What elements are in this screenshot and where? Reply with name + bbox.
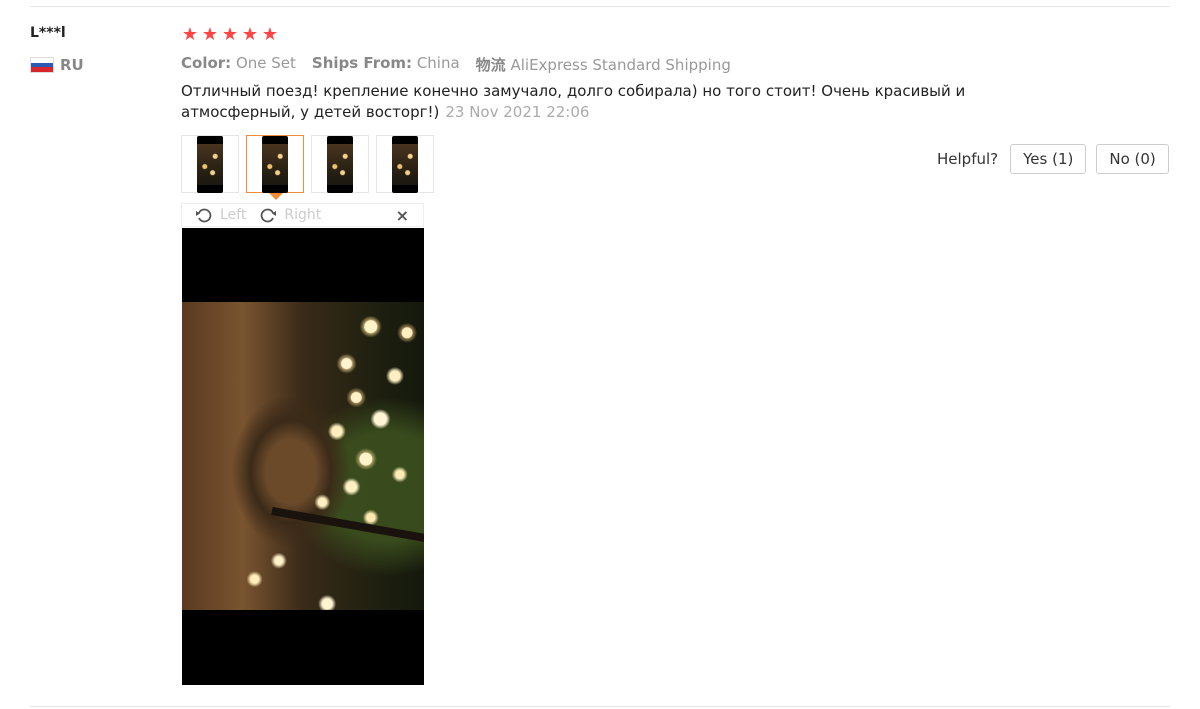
rotate-right-button[interactable]: Right	[258, 206, 321, 224]
country-code: RU	[60, 56, 84, 74]
reviewer-country: RU	[30, 56, 84, 74]
review-photo-thumbnails	[181, 135, 434, 200]
color-info: Color: One Set	[181, 54, 296, 72]
divider-bottom	[30, 706, 1170, 707]
star-icon: ★	[181, 24, 199, 45]
rotate-right-icon	[261, 208, 277, 223]
helpful-no-button[interactable]: No (0)	[1096, 144, 1169, 174]
review-date: 23 Nov 2021 22:06	[445, 103, 590, 121]
star-icon: ★	[241, 24, 259, 45]
review-photo	[182, 302, 424, 610]
shipping-info: 物流 AliExpress Standard Shipping	[475, 56, 731, 74]
photo-thumbnail-selected[interactable]	[246, 135, 304, 200]
rotate-left-label: Left	[220, 207, 247, 223]
rotate-left-icon	[196, 208, 212, 223]
helpful-label: Helpful?	[937, 150, 999, 168]
russia-flag-icon	[30, 57, 54, 73]
divider-top	[30, 6, 1170, 7]
ships-from-info: Ships From: China	[311, 54, 460, 72]
review-body: Отличный поезд! крепление конечно замуча…	[181, 81, 971, 123]
star-icon: ★	[201, 24, 219, 45]
star-icon: ★	[261, 24, 279, 45]
rotate-right-label: Right	[284, 207, 322, 223]
photo-thumbnail[interactable]	[376, 135, 434, 193]
rating-stars: ★ ★ ★ ★ ★	[181, 25, 279, 45]
order-info: Color: One Set Ships From: China 物流 AliE…	[181, 54, 731, 75]
photo-viewer	[182, 228, 424, 685]
photo-viewer-toolbar: Left Right ×	[181, 203, 424, 227]
helpful-vote: Helpful? Yes (1) No (0)	[937, 144, 1169, 174]
photo-thumbnail[interactable]	[311, 135, 369, 193]
helpful-yes-button[interactable]: Yes (1)	[1010, 144, 1087, 174]
photo-thumbnail[interactable]	[181, 135, 239, 193]
close-icon[interactable]: ×	[396, 206, 409, 225]
rotate-left-button[interactable]: Left	[194, 206, 246, 224]
star-icon: ★	[221, 24, 239, 45]
reviewer-name: L***l	[30, 25, 66, 41]
